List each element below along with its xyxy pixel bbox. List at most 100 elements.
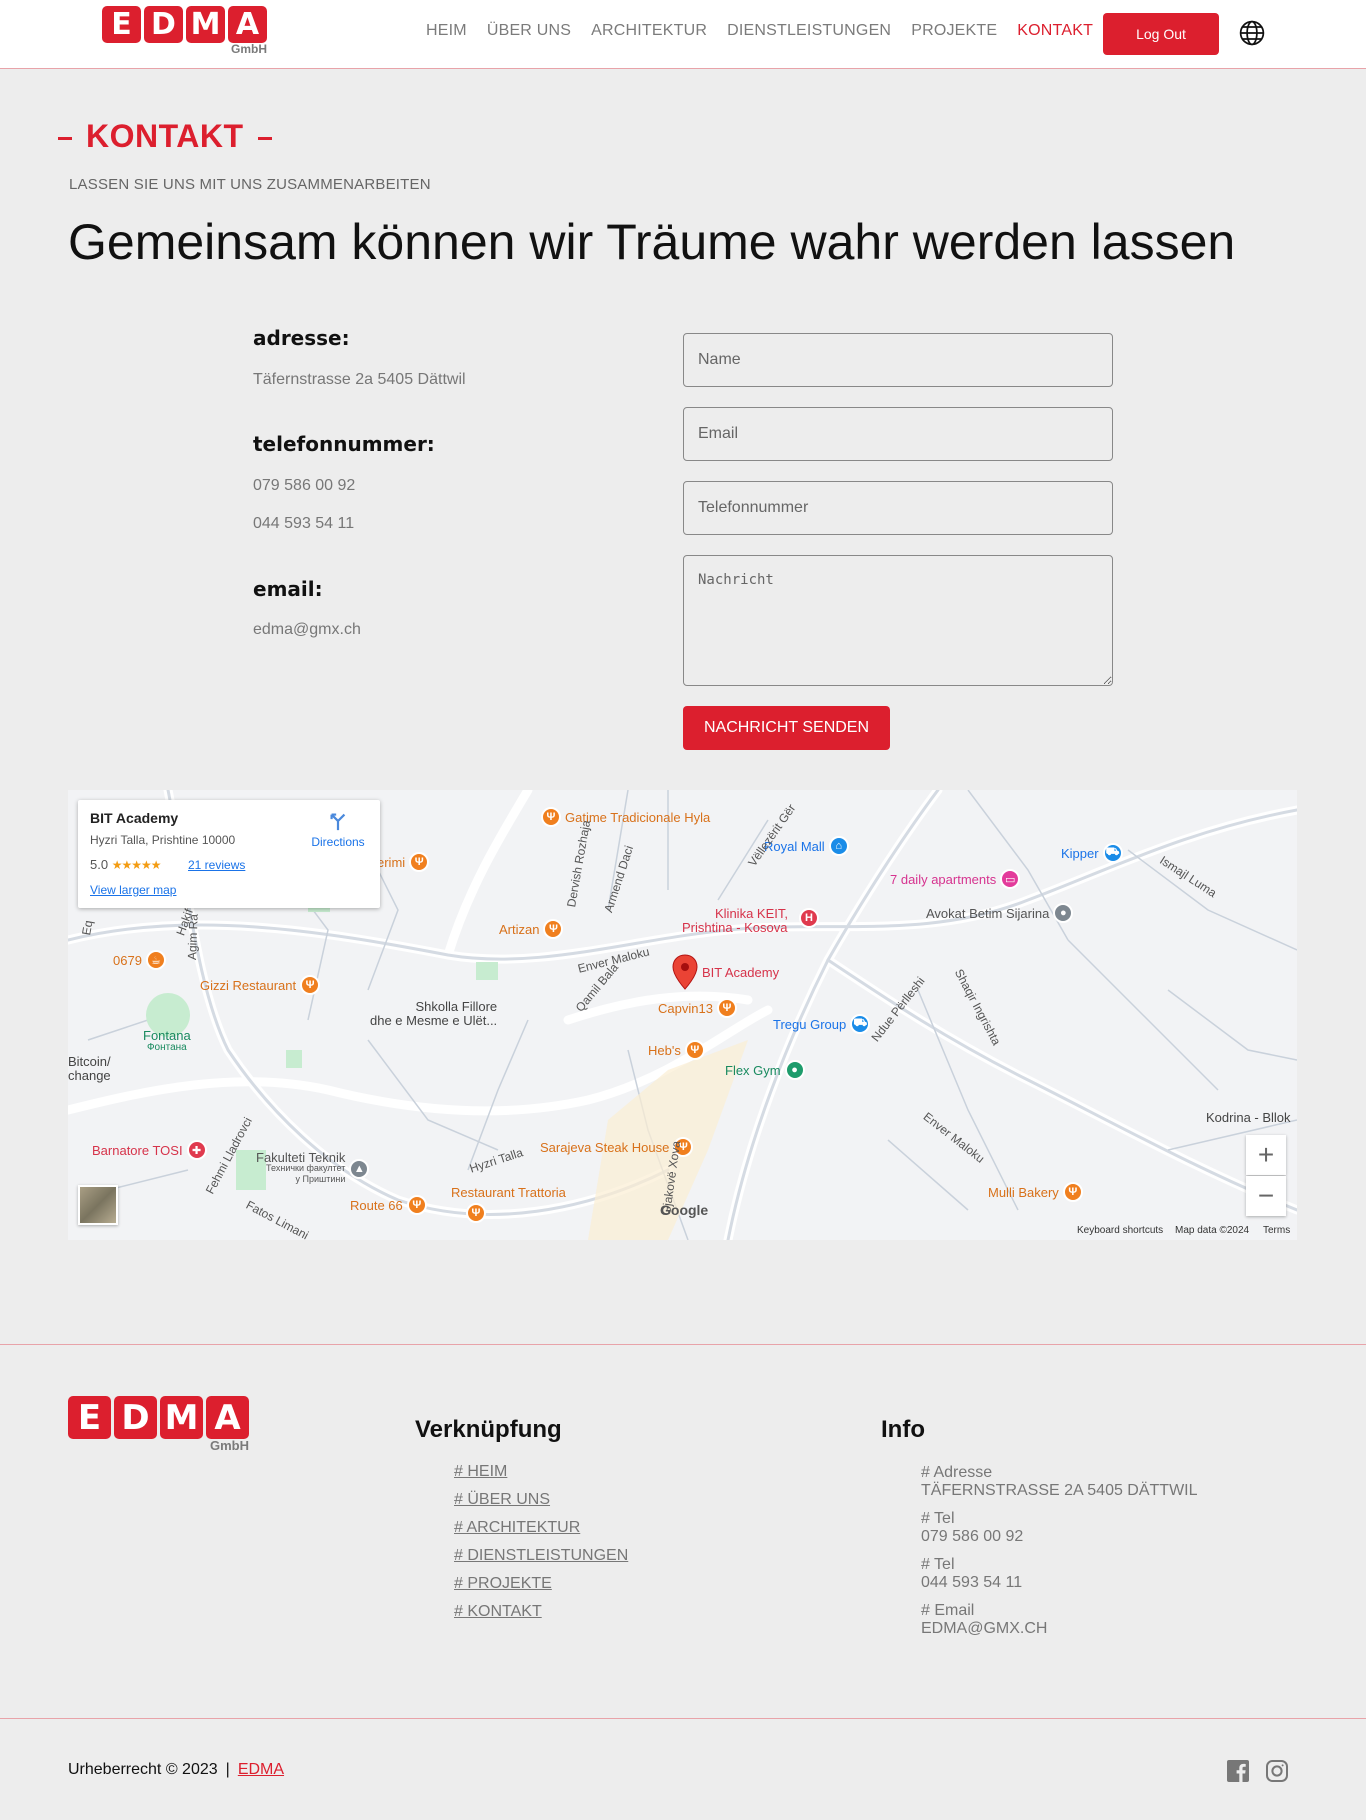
map-poi[interactable]: 0679 ☕	[113, 950, 166, 970]
nav-item-architektur[interactable]: ARCHITEKTUR	[591, 22, 707, 40]
star-icons: ★★★★★	[111, 858, 162, 872]
footer-link-projekte[interactable]: # PROJEKTE	[454, 1575, 552, 1593]
terms-link[interactable]: Terms	[1263, 1225, 1290, 1236]
footer-link-kontakt[interactable]: # KONTAKT	[454, 1603, 542, 1621]
map-poi[interactable]: 7 daily apartments ▭	[890, 869, 1021, 889]
restaurant-icon: Ψ	[684, 1040, 705, 1060]
map-poi[interactable]: Mulli Bakery Ψ	[988, 1182, 1083, 1202]
map-poi[interactable]: Route 66 Ψ	[350, 1195, 427, 1215]
poi-label: dhe e Mesme e Ulët...	[370, 1013, 498, 1028]
header-logo[interactable]: E D M A GmbH	[102, 6, 267, 56]
footer-info-address: # Adresse TÄFERNSTRASSE 2A 5405 DÄTTWIL	[921, 1464, 1198, 1500]
poi-label: Artizan	[499, 921, 540, 937]
site-header: E D M A GmbH HEIM ÜBER UNS ARCHITEKTUR D…	[0, 0, 1366, 69]
map-poi[interactable]: Ψ Gatime Tradicionale Hyla	[541, 807, 710, 827]
restaurant-pin: Ψ	[466, 1203, 486, 1223]
phone-label: telefonnummer:	[253, 432, 435, 456]
poi-label: Sarajeva Steak House	[540, 1139, 670, 1155]
map-poi[interactable]: Kodrina - Bllok	[1206, 1110, 1291, 1125]
footer-info-tel-2: # Tel 044 593 54 11	[921, 1556, 1022, 1592]
brand-link[interactable]: EDMA	[238, 1761, 284, 1778]
hospital-pin: H	[799, 908, 819, 928]
title-dash	[257, 137, 272, 141]
bit-academy-marker[interactable]: BIT Academy	[672, 954, 779, 990]
directions-label: Directions	[311, 835, 365, 849]
instagram-icon[interactable]	[1265, 1759, 1289, 1783]
place-address: Hyzri Talla, Prishtine 10000	[90, 833, 236, 847]
embedded-map[interactable]: Ψ Gatime Tradicionale Hyla Royal Mall ⌂ Ki…	[68, 790, 1297, 1240]
nav-item-ueber-uns[interactable]: ÜBER UNS	[487, 22, 571, 40]
title-dash	[58, 137, 72, 141]
restaurant-icon: Ψ	[541, 807, 561, 827]
place-icon: ●	[1053, 903, 1074, 923]
poi-label: 0679	[113, 952, 142, 968]
send-message-button[interactable]: NACHRICHT SENDEN	[683, 706, 890, 750]
info-value: EDMA@GMX.CH	[921, 1620, 1048, 1637]
map-poi[interactable]: Fontana Фонтана	[143, 1029, 191, 1054]
view-larger-map-link[interactable]: View larger map	[90, 883, 176, 897]
poi-label: Fakulteti Teknik	[256, 1150, 346, 1165]
map-poi[interactable]: Artizan Ψ	[499, 919, 564, 939]
email-field[interactable]	[683, 407, 1113, 461]
globe-icon[interactable]	[1239, 20, 1265, 46]
map-poi[interactable]: Tregu Group ⛟	[773, 1014, 871, 1034]
nav-item-dienstleistungen[interactable]: DIENSTLEISTUNGEN	[727, 22, 891, 40]
map-poi[interactable]: Gizzi Restaurant Ψ	[200, 975, 321, 995]
location-pin-icon	[672, 954, 698, 990]
message-field[interactable]	[683, 555, 1113, 686]
map-poi[interactable]: Klinika KEIT, Prishtina - Kosova	[682, 907, 788, 935]
cart-icon: ⛟	[1102, 843, 1123, 863]
restaurant-icon: Ψ	[300, 975, 321, 995]
map-poi[interactable]: Bitcoin/change	[68, 1055, 111, 1083]
pharmacy-icon: ✚	[186, 1140, 207, 1160]
nav-item-projekte[interactable]: PROJEKTE	[911, 22, 997, 40]
address-label: adresse:	[253, 326, 350, 350]
shopping-icon: ⌂	[828, 836, 849, 856]
info-label: # Tel	[921, 1510, 955, 1527]
map-poi[interactable]: Shkolla Fillore dhe e Mesme e Ulët...	[370, 1000, 497, 1028]
directions-button[interactable]: Directions	[306, 810, 370, 849]
restaurant-icon: Ψ	[409, 852, 430, 872]
map-poi[interactable]: Fakulteti Teknik Технички факултет у Пришт…	[256, 1150, 370, 1185]
google-logo: Google	[660, 1202, 709, 1218]
map-place-card: BIT Academy Hyzri Talla, Prishtine 10000…	[78, 800, 380, 908]
nav-item-heim[interactable]: HEIM	[426, 22, 467, 40]
map-poi[interactable]: erimi Ψ	[377, 852, 430, 872]
logout-button[interactable]: Log Out	[1103, 13, 1219, 55]
poi-label: 7 daily apartments	[890, 871, 997, 887]
poi-label: Фонтана	[146, 1042, 187, 1053]
map-poi[interactable]: Restaurant Trattoria	[451, 1185, 566, 1200]
footer-links-title: Verknüpfung	[415, 1416, 562, 1443]
map-poi[interactable]: Barnatore TOSI ✚	[92, 1140, 207, 1160]
footer-link-dienstleistungen[interactable]: # DIENSTLEISTUNGEN	[454, 1547, 628, 1565]
footer-link-heim[interactable]: # HEIM	[454, 1463, 507, 1481]
phone-field[interactable]	[683, 481, 1113, 535]
copyright-separator: |	[225, 1761, 230, 1778]
place-rating: 5.0 ★★★★★	[90, 857, 161, 872]
info-value: 079 586 00 92	[921, 1528, 1024, 1545]
map-poi[interactable]: Capvin13 Ψ	[658, 998, 737, 1018]
place-title: BIT Academy	[90, 810, 179, 826]
poi-label: Prishtina - Kosova	[682, 920, 788, 935]
section-subtitle: LASSEN SIE UNS MIT UNS ZUSAMMENARBEITEN	[69, 176, 431, 193]
reviews-link[interactable]: 21 reviews	[188, 858, 245, 872]
gym-icon: ●	[784, 1060, 805, 1080]
map-poi[interactable]: Kipper ⛟	[1061, 843, 1123, 863]
page-headline: Gemeinsam können wir Träume wahr werden …	[68, 214, 1236, 270]
footer-info-email: # Email EDMA@GMX.CH	[921, 1602, 1047, 1638]
facebook-icon[interactable]	[1226, 1759, 1250, 1783]
zoom-out-button[interactable]: −	[1246, 1176, 1286, 1216]
map-poi[interactable]: Flex Gym ●	[725, 1060, 805, 1080]
keyboard-shortcuts-link[interactable]: Keyboard shortcuts	[1077, 1225, 1163, 1236]
footer-logo[interactable]: E D M A GmbH	[68, 1396, 249, 1452]
footer-link-ueber-uns[interactable]: # ÜBER UNS	[454, 1491, 550, 1509]
copyright: Urheberrecht © 2023 | EDMA	[68, 1761, 284, 1779]
zoom-in-button[interactable]: +	[1246, 1135, 1286, 1175]
poi-label: erimi	[377, 854, 406, 870]
satellite-toggle[interactable]	[78, 1185, 118, 1225]
footer-link-architektur[interactable]: # ARCHITEKTUR	[454, 1519, 580, 1537]
name-field[interactable]	[683, 333, 1113, 387]
map-poi[interactable]: Heb's Ψ	[648, 1040, 705, 1060]
map-poi[interactable]: Avokat Betim Sijarina ●	[926, 903, 1074, 923]
nav-item-kontakt[interactable]: KONTAKT	[1017, 22, 1093, 40]
